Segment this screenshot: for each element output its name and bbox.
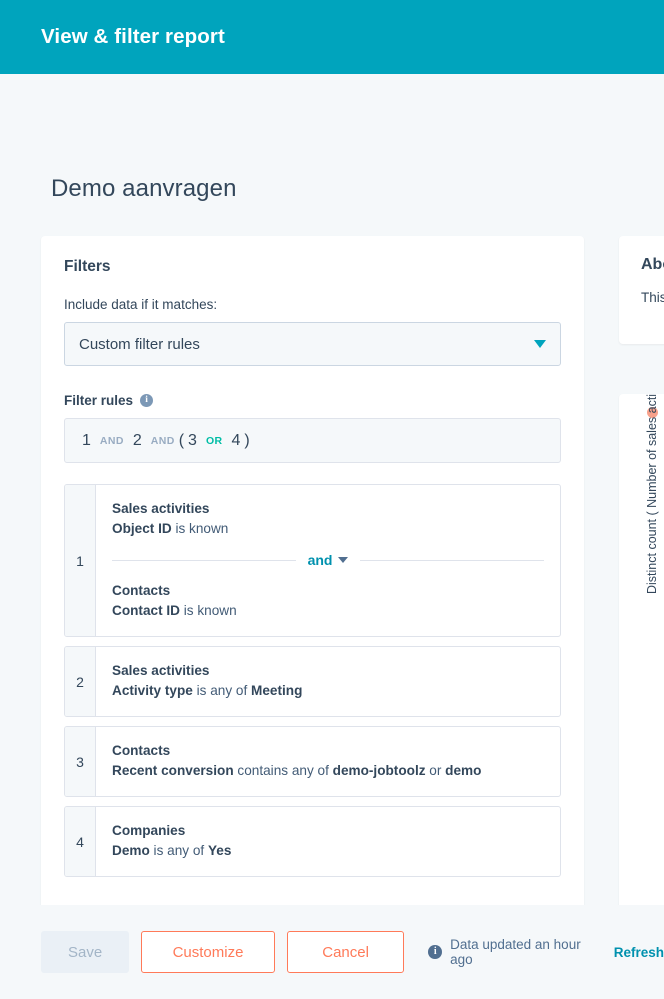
data-status: i Data updated an hour ago Refresh bbox=[428, 937, 664, 967]
expression-number[interactable]: 4 bbox=[232, 432, 241, 450]
chart-y-axis-label: Distinct count ( Number of sales activit… bbox=[645, 394, 659, 594]
filters-section-title: Filters bbox=[64, 258, 111, 275]
expression-and[interactable]: AND bbox=[151, 435, 175, 447]
rule-property: Object ID bbox=[112, 521, 172, 536]
refresh-link[interactable]: Refresh bbox=[614, 945, 664, 960]
filter-rule-card[interactable]: 2 Sales activities Activity type is any of… bbox=[64, 646, 561, 717]
chevron-down-icon bbox=[534, 340, 546, 348]
save-button[interactable]: Save bbox=[41, 931, 130, 973]
rule-operator: is known bbox=[171, 521, 229, 536]
rule-operator: is any of bbox=[192, 683, 252, 698]
expression-and[interactable]: AND bbox=[100, 435, 124, 447]
rule-joiner-dropdown[interactable]: and bbox=[308, 552, 349, 568]
chart-y-axis: Distinct count ( Number of sales activit… bbox=[645, 394, 664, 834]
rule-value: Meeting bbox=[251, 683, 303, 698]
data-updated-text: Data updated an hour ago bbox=[450, 937, 581, 967]
expression-or[interactable]: OR bbox=[206, 435, 223, 447]
rule-joiner-row: and bbox=[112, 552, 545, 568]
expression-paren[interactable]: ) bbox=[244, 432, 249, 450]
chart-card: Distinct count ( Number of sales activit… bbox=[619, 394, 664, 954]
filter-rule-body: Sales activities Activity type is any of … bbox=[96, 647, 560, 716]
filter-rule-body: Contacts Recent conversion contains any o… bbox=[96, 727, 560, 796]
info-icon[interactable]: i bbox=[140, 394, 154, 407]
modal-footer: Save Customize Cancel i Data updated an … bbox=[0, 905, 664, 999]
filter-expression-box[interactable]: 1 AND 2 AND (3 OR 4) bbox=[64, 418, 561, 463]
filter-rule-body: Companies Demo is any of Yes bbox=[96, 807, 560, 876]
modal-title: View & filter report bbox=[41, 25, 225, 48]
filter-rule-index: 1 bbox=[65, 485, 96, 636]
match-type-value: Custom filter rules bbox=[79, 335, 200, 353]
rule-object-name: Contacts bbox=[112, 583, 171, 598]
expression-number[interactable]: 1 bbox=[82, 432, 91, 450]
rule-operator: is known bbox=[179, 603, 237, 618]
rule-operator: contains any of bbox=[233, 763, 333, 778]
rule-condition-line: Object ID is known bbox=[112, 519, 544, 539]
about-report-card: About this report This report shows bbox=[619, 236, 664, 344]
filter-rule-card[interactable]: 4 Companies Demo is any of Yes bbox=[64, 806, 561, 877]
filter-rules-label-row: Filter rules i bbox=[64, 393, 561, 408]
divider-line bbox=[112, 559, 296, 561]
rule-object-name: Sales activities bbox=[112, 663, 210, 678]
match-type-select[interactable]: Custom filter rules bbox=[64, 322, 561, 366]
filter-rule-index: 3 bbox=[65, 727, 96, 796]
rule-value: demo bbox=[445, 763, 482, 778]
filter-rules-list: 1 Sales activities Object ID is known and Co… bbox=[64, 484, 561, 877]
rule-object-name: Contacts bbox=[112, 743, 171, 758]
filter-rule-card[interactable]: 1 Sales activities Object ID is known and Co… bbox=[64, 484, 561, 637]
expression-number[interactable]: 2 bbox=[133, 432, 142, 450]
rule-condition-line: Demo is any of Yes bbox=[112, 841, 544, 861]
rule-property: Demo bbox=[112, 843, 150, 858]
filter-rules-label: Filter rules bbox=[64, 393, 134, 408]
chevron-down-icon bbox=[338, 557, 349, 563]
rule-object-name: Sales activities bbox=[112, 501, 210, 516]
divider-line bbox=[360, 559, 545, 561]
rule-condition-line: Recent conversion contains any of demo-j… bbox=[112, 761, 544, 781]
customize-button[interactable]: Customize bbox=[141, 931, 275, 973]
rule-value: Yes bbox=[207, 843, 232, 858]
cancel-button[interactable]: Cancel bbox=[286, 931, 405, 973]
expression-paren[interactable]: ( bbox=[179, 432, 184, 450]
filter-rule-index: 4 bbox=[65, 807, 96, 876]
filters-panel: Filters Include data if it matches: Cust… bbox=[41, 236, 584, 979]
modal-header: View & filter report bbox=[0, 0, 664, 74]
about-report-title: About this report bbox=[641, 256, 664, 273]
rule-value: demo-jobtoolz bbox=[332, 763, 426, 778]
rule-property: Activity type bbox=[112, 683, 193, 698]
page-title: Demo aanvragen bbox=[51, 175, 237, 202]
filter-rule-body: Sales activities Object ID is known and Con… bbox=[96, 485, 560, 636]
rule-object-name: Companies bbox=[112, 823, 186, 838]
rule-operator: or bbox=[425, 763, 446, 778]
rule-joiner-label: and bbox=[307, 552, 333, 568]
rule-property: Recent conversion bbox=[112, 763, 234, 778]
filter-rule-index: 2 bbox=[65, 647, 96, 716]
rule-property: Contact ID bbox=[112, 603, 180, 618]
about-report-text: This report shows bbox=[641, 290, 664, 305]
rule-condition-line: Activity type is any of Meeting bbox=[112, 681, 544, 701]
page-body: Demo aanvragen Filters Include data if i… bbox=[0, 74, 664, 999]
include-data-label: Include data if it matches: bbox=[64, 297, 218, 312]
rule-condition-line: Contact ID is known bbox=[112, 601, 544, 621]
rule-operator: is any of bbox=[149, 843, 208, 858]
info-icon: i bbox=[428, 945, 443, 959]
filter-rule-card[interactable]: 3 Contacts Recent conversion contains any … bbox=[64, 726, 561, 797]
expression-number[interactable]: 3 bbox=[188, 432, 197, 450]
